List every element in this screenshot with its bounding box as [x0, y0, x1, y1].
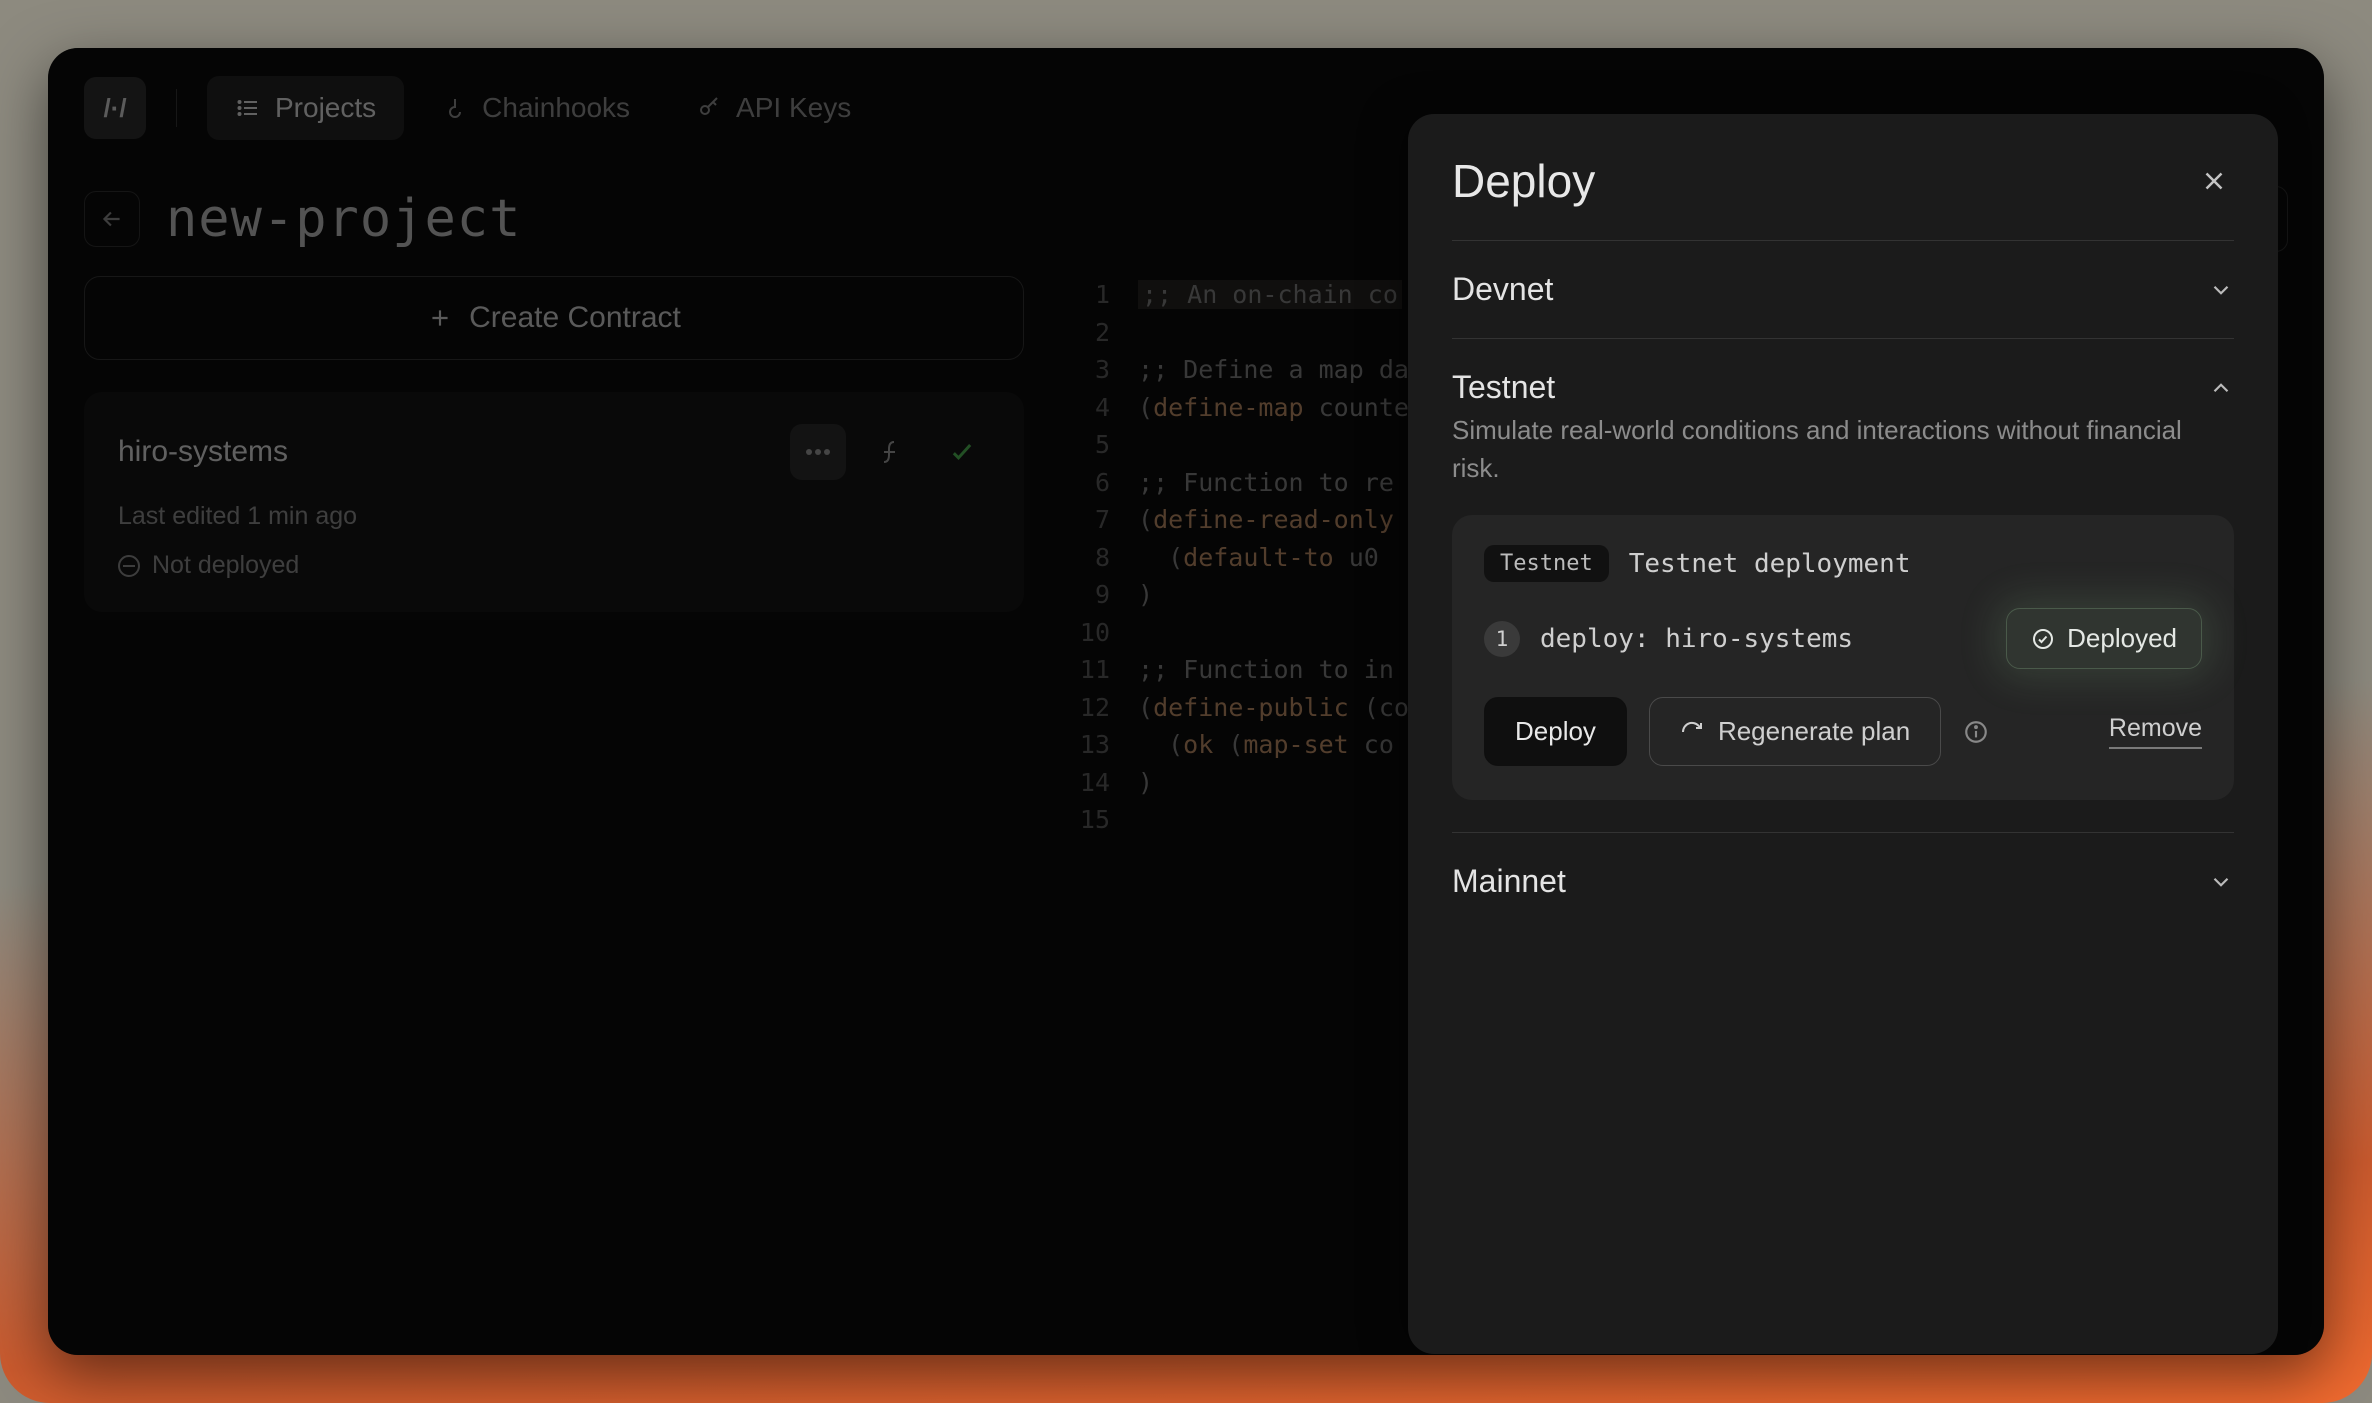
code-text: [1138, 314, 1153, 352]
app-window: /·/ Projects Chainhooks: [48, 48, 2324, 1355]
code-text: [1138, 801, 1153, 839]
check-circle-icon: [2031, 627, 2055, 651]
panel-title: Deploy: [1452, 154, 1595, 208]
refresh-icon: [1680, 720, 1704, 744]
plus-icon: [427, 305, 453, 331]
hook-icon: [442, 95, 468, 121]
nav-tab-chainhooks[interactable]: Chainhooks: [414, 76, 658, 140]
step-text: deploy: hiro-systems: [1540, 624, 1986, 654]
code-text: ): [1138, 764, 1153, 802]
regen-label: Regenerate plan: [1718, 716, 1910, 747]
line-number: 9: [1064, 576, 1110, 614]
deployment-title: Testnet deployment: [1629, 549, 1911, 579]
line-number: 14: [1064, 764, 1110, 802]
line-number: 1: [1064, 276, 1110, 314]
deploy-status: Not deployed: [118, 551, 990, 580]
code-text: (ok (map-set co: [1138, 726, 1394, 764]
nav-label: Projects: [275, 92, 376, 124]
line-number: 13: [1064, 726, 1110, 764]
line-number: 11: [1064, 651, 1110, 689]
function-icon[interactable]: [862, 424, 918, 480]
line-number: 10: [1064, 614, 1110, 652]
deploy-label: Deploy: [1515, 716, 1596, 747]
create-contract-button[interactable]: Create Contract: [84, 276, 1024, 360]
deployed-badge: Deployed: [2006, 608, 2202, 669]
nav-tab-apikeys[interactable]: API Keys: [668, 76, 879, 140]
nav-tab-projects[interactable]: Projects: [207, 76, 404, 140]
project-title: new-project: [166, 189, 521, 249]
line-number: 2: [1064, 314, 1110, 352]
status-text: Not deployed: [152, 551, 299, 580]
line-number: 8: [1064, 539, 1110, 577]
code-text: (define-read-only: [1138, 501, 1394, 539]
close-button[interactable]: [2194, 161, 2234, 201]
network-badge: Testnet: [1484, 545, 1609, 582]
remove-link[interactable]: Remove: [2109, 714, 2202, 749]
deploy-panel: Deploy Devnet Testnet Simulate real-worl: [1408, 114, 2278, 1354]
chevron-up-icon: [2208, 375, 2234, 401]
line-number: 5: [1064, 426, 1110, 464]
chevron-down-icon: [2208, 277, 2234, 303]
line-number: 12: [1064, 689, 1110, 727]
key-icon: [696, 95, 722, 121]
line-number: 6: [1064, 464, 1110, 502]
line-number: 7: [1064, 501, 1110, 539]
deployment-card: Testnet Testnet deployment 1 deploy: hir…: [1452, 515, 2234, 800]
check-icon: [934, 424, 990, 480]
create-label: Create Contract: [469, 301, 681, 335]
contract-card[interactable]: hiro-systems Last edited 1 min ago: [84, 392, 1024, 612]
code-text: ;; Function to re: [1138, 464, 1394, 502]
last-edited: Last edited 1 min ago: [118, 502, 990, 531]
section-label: Mainnet: [1452, 863, 1566, 900]
back-button[interactable]: [84, 191, 140, 247]
code-text: ): [1138, 576, 1153, 614]
chevron-down-icon: [2208, 869, 2234, 895]
code-text: [1138, 426, 1153, 464]
code-text: (default-to u0: [1138, 539, 1379, 577]
code-text: [1138, 614, 1153, 652]
testnet-description: Simulate real-world conditions and inter…: [1452, 412, 2234, 515]
info-icon[interactable]: [1963, 719, 1989, 745]
divider: [176, 89, 177, 127]
code-text: ;; Define a map da: [1138, 351, 1409, 389]
line-number: 4: [1064, 389, 1110, 427]
nav-label: Chainhooks: [482, 92, 630, 124]
step-number: 1: [1484, 621, 1520, 657]
contract-name: hiro-systems: [118, 435, 774, 469]
line-number: 3: [1064, 351, 1110, 389]
code-text: (define-public (co: [1138, 689, 1409, 727]
more-menu-button[interactable]: [790, 424, 846, 480]
regenerate-plan-button[interactable]: Regenerate plan: [1649, 697, 1941, 766]
section-label: Devnet: [1452, 271, 1553, 308]
not-deployed-icon: [118, 555, 140, 577]
section-label: Testnet: [1452, 369, 1555, 406]
line-number: 15: [1064, 801, 1110, 839]
logo[interactable]: /·/: [84, 77, 146, 139]
section-testnet[interactable]: Testnet: [1452, 339, 2234, 418]
deploy-button[interactable]: Deploy: [1484, 697, 1627, 766]
code-text: ;; An on-chain co: [1138, 276, 1402, 314]
list-icon: [235, 95, 261, 121]
deployed-label: Deployed: [2067, 623, 2177, 654]
section-devnet[interactable]: Devnet: [1452, 241, 2234, 338]
code-text: (define-map counte: [1138, 389, 1409, 427]
section-mainnet[interactable]: Mainnet: [1452, 833, 2234, 930]
code-text: ;; Function to in: [1138, 651, 1394, 689]
nav-label: API Keys: [736, 92, 851, 124]
